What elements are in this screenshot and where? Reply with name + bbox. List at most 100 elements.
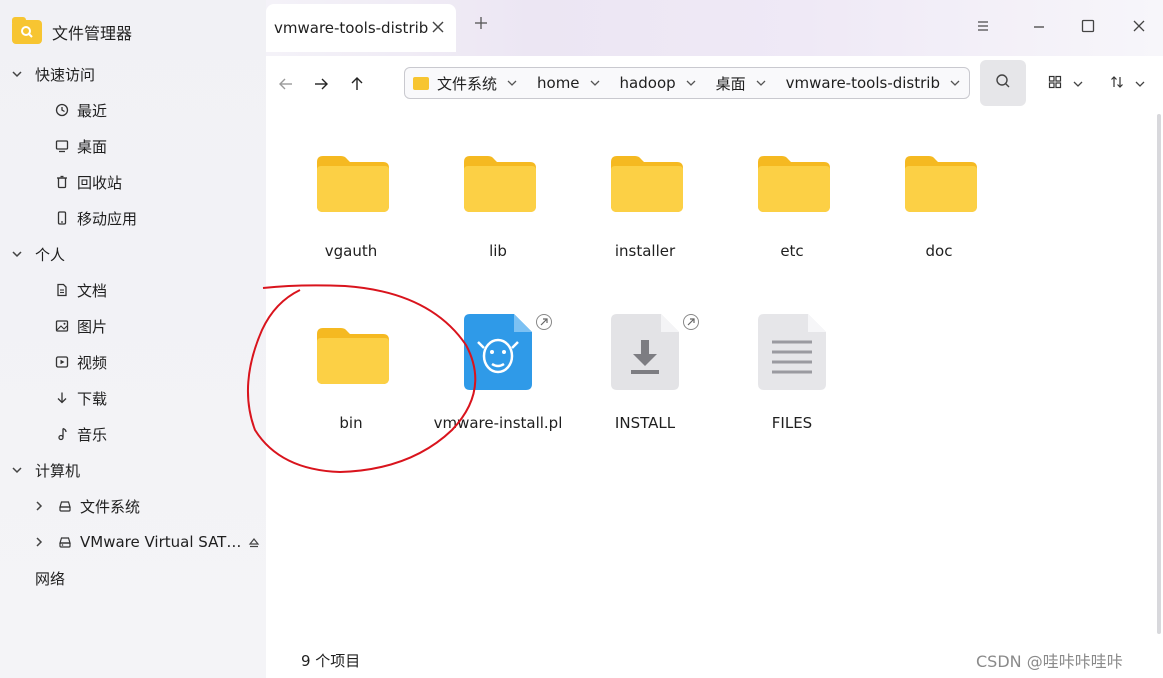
chevron-right-icon[interactable]: [32, 535, 46, 549]
trash-icon: [54, 174, 70, 190]
folder-icon: [605, 140, 685, 220]
sidebar-item-label: 桌面: [77, 137, 108, 156]
breadcrumb-item-vmware-tools-distrib[interactable]: vmware-tools-distrib: [786, 74, 960, 92]
sidebar-item-filesystem[interactable]: 文件系统: [0, 488, 266, 524]
forward-arrow-icon[interactable]: [311, 74, 331, 94]
eject-icon[interactable]: [248, 535, 260, 553]
sidebar-nav: 快速访问 最近 桌面 回收站 移动应用 个人 文档 图片 视频 下载 音乐 计算…: [0, 56, 266, 596]
file-name: etc: [780, 242, 804, 260]
sidebar-item-label: 下载: [77, 389, 108, 408]
video-icon: [54, 354, 70, 370]
file-name: installer: [614, 242, 676, 260]
sort-button[interactable]: [1110, 74, 1145, 94]
scrollbar-thumb[interactable]: [1157, 114, 1161, 634]
scrollbar[interactable]: [1155, 112, 1163, 640]
folder-icon: [752, 140, 832, 220]
back-arrow-icon[interactable]: [276, 74, 296, 94]
sidebar-item-downloads[interactable]: 下载: [0, 380, 266, 416]
chevron-down-icon: [1135, 75, 1145, 93]
file-name: vgauth: [324, 242, 378, 260]
sidebar: 文件管理器 快速访问 最近 桌面 回收站 移动应用 个人 文档 图片 视频 下载…: [0, 0, 266, 678]
sidebar-section-quick-access[interactable]: 快速访问: [0, 56, 266, 92]
tab-vmware-tools-distrib[interactable]: vmware-tools-distrib: [266, 4, 456, 52]
folder-icon: [413, 76, 429, 90]
chevron-down-icon: [10, 463, 24, 477]
sidebar-item-music[interactable]: 音乐: [0, 416, 266, 452]
breadcrumb-label: home: [537, 74, 580, 92]
sidebar-item-trash[interactable]: 回收站: [0, 164, 266, 200]
file-item-bin[interactable]: bin: [286, 312, 416, 432]
file-name: lib: [489, 242, 507, 260]
file-item-doc[interactable]: doc: [874, 140, 1004, 260]
breadcrumb-label: hadoop: [619, 74, 676, 92]
sidebar-item-desktop[interactable]: 桌面: [0, 128, 266, 164]
file-item-lib[interactable]: lib: [433, 140, 563, 260]
search-icon: [995, 73, 1011, 93]
sidebar-item-label: 移动应用: [77, 209, 138, 228]
file-name: doc: [925, 242, 953, 260]
file-item-install[interactable]: INSTALL: [580, 312, 710, 432]
chevron-down-icon: [1073, 75, 1083, 93]
chevron-right-icon[interactable]: [32, 499, 46, 513]
disk-icon: [57, 534, 73, 550]
sidebar-item-label: 文件系统: [80, 497, 141, 516]
breadcrumb-label: 文件系统: [437, 74, 498, 93]
titlebar: vmware-tools-distrib: [266, 0, 1163, 56]
file-item-etc[interactable]: etc: [727, 140, 857, 260]
sidebar-item-pictures[interactable]: 图片: [0, 308, 266, 344]
sidebar-item-mobile-apps[interactable]: 移动应用: [0, 200, 266, 236]
chevron-down-icon[interactable]: [686, 74, 696, 92]
minimize-icon[interactable]: [1031, 18, 1047, 34]
folder-icon: [899, 140, 979, 220]
breadcrumb-item-filesystem[interactable]: 文件系统: [413, 73, 517, 94]
music-icon: [54, 426, 70, 442]
sidebar-item-documents[interactable]: 文档: [0, 272, 266, 308]
folder-icon: [311, 312, 391, 392]
sidebar-section-label: 个人: [35, 245, 66, 264]
breadcrumb-item-hadoop[interactable]: hadoop: [620, 74, 696, 92]
phone-icon: [54, 210, 70, 226]
sidebar-item-label: 视频: [77, 353, 108, 372]
close-icon[interactable]: [430, 19, 446, 35]
app-header: 文件管理器: [12, 17, 132, 46]
menu-icon[interactable]: [975, 18, 991, 34]
tab-label: vmware-tools-distrib: [274, 19, 429, 37]
folder-icon: [311, 140, 391, 220]
chevron-down-icon[interactable]: [756, 74, 766, 92]
view-mode-button[interactable]: [1048, 74, 1083, 94]
chevron-down-icon: [10, 67, 24, 81]
chevron-down-icon[interactable]: [950, 74, 960, 92]
sidebar-item-videos[interactable]: 视频: [0, 344, 266, 380]
sidebar-item-label: 图片: [77, 317, 108, 336]
toolbar: 文件系统 home hadoop 桌面 vmware-tools-distrib: [266, 56, 1163, 112]
chevron-down-icon[interactable]: [507, 74, 517, 92]
breadcrumb[interactable]: 文件系统 home hadoop 桌面 vmware-tools-distrib: [404, 67, 970, 99]
file-grid: vgauth lib installer etc doc bin vmware-…: [266, 112, 1146, 632]
maximize-icon[interactable]: [1080, 18, 1096, 34]
sidebar-item-vmware-disk[interactable]: VMware Virtual SAT…: [0, 524, 266, 560]
sidebar-section-computer[interactable]: 计算机: [0, 452, 266, 488]
file-item-installer[interactable]: installer: [580, 140, 710, 260]
folder-icon: [458, 140, 538, 220]
breadcrumb-item-desktop[interactable]: 桌面: [716, 73, 766, 94]
search-button[interactable]: [980, 60, 1026, 106]
sort-icon: [1110, 75, 1124, 93]
installer-icon: [605, 312, 699, 392]
chevron-down-icon[interactable]: [590, 74, 600, 92]
sidebar-section-personal[interactable]: 个人: [0, 236, 266, 272]
sidebar-item-network[interactable]: 网络: [0, 560, 266, 596]
file-item-vgauth[interactable]: vgauth: [286, 140, 416, 260]
symlink-icon: [683, 314, 699, 330]
sidebar-item-label: 音乐: [77, 425, 108, 444]
add-tab-button[interactable]: [472, 16, 490, 34]
breadcrumb-item-home[interactable]: home: [537, 74, 600, 92]
download-icon: [54, 390, 70, 406]
symlink-icon: [536, 314, 552, 330]
file-item-files[interactable]: FILES: [727, 312, 857, 432]
sidebar-item-label: 回收站: [77, 173, 123, 192]
sidebar-item-recent[interactable]: 最近: [0, 92, 266, 128]
close-window-icon[interactable]: [1131, 18, 1147, 34]
up-arrow-icon[interactable]: [347, 74, 367, 94]
file-item-vmware-install-pl[interactable]: vmware-install.pl: [433, 312, 563, 432]
file-name: INSTALL: [614, 414, 676, 432]
